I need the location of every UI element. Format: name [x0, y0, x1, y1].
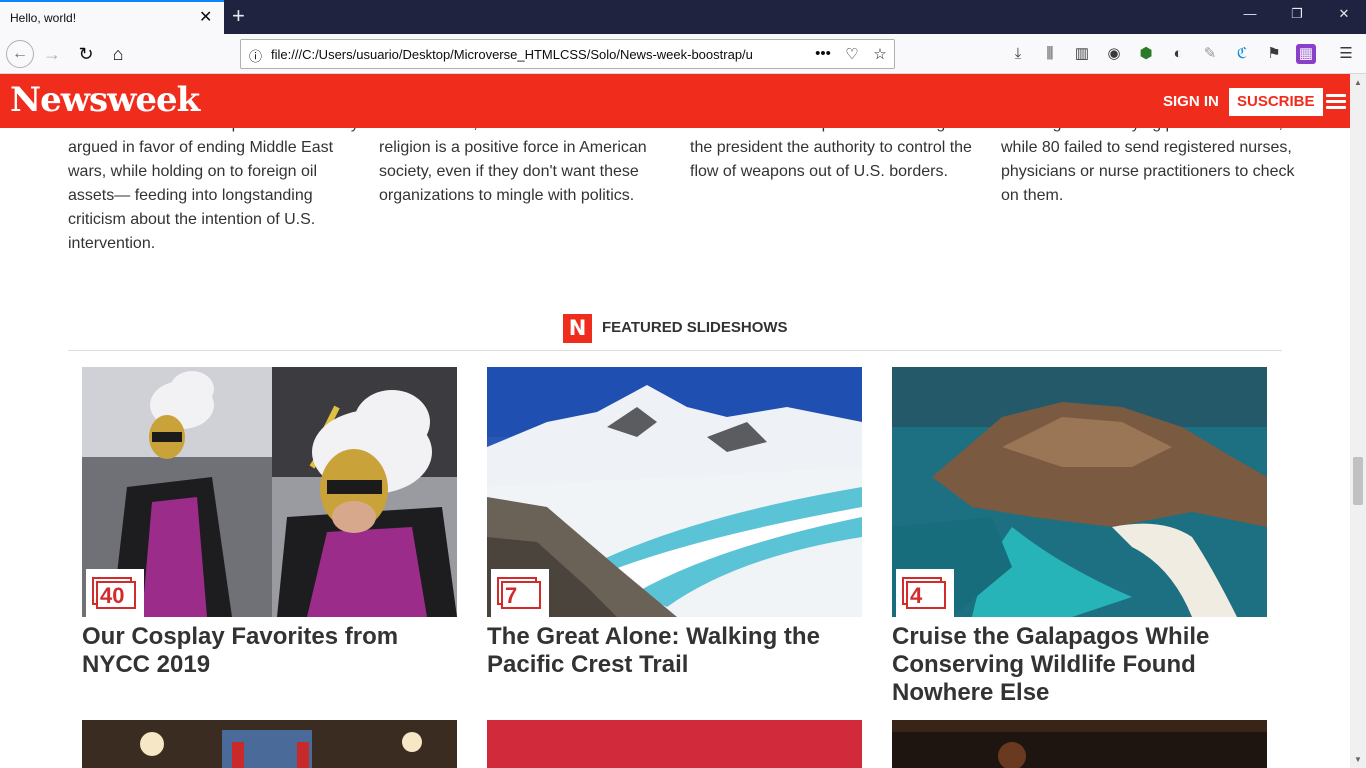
- minimize-button[interactable]: —: [1240, 6, 1260, 21]
- page-info-icon[interactable]: ⓘ: [249, 46, 262, 65]
- library-icon[interactable]: ⫼: [1040, 44, 1060, 64]
- slideshow-image[interactable]: 40: [82, 367, 457, 617]
- article-summary[interactable]: discharged most dying patients in 2017, …: [1001, 128, 1297, 208]
- site-header: Newsweek SIGN IN SUSCRIBE: [0, 74, 1350, 128]
- slideshow-image[interactable]: [892, 720, 1267, 768]
- url-text[interactable]: file:///C:/Users/usuario/Desktop/Microve…: [271, 47, 781, 62]
- photo-count: 40: [100, 583, 125, 608]
- back-arrow-icon[interactable]: ←: [6, 40, 34, 68]
- account-icon[interactable]: ◉: [1104, 44, 1124, 64]
- new-tab-button[interactable]: +: [232, 4, 245, 28]
- subscribe-button[interactable]: SUSCRIBE: [1229, 88, 1323, 116]
- extension-pen-icon[interactable]: ✎: [1200, 44, 1220, 64]
- bookmark-star-icon[interactable]: ☆: [870, 45, 890, 63]
- section-divider: [68, 350, 1282, 351]
- slideshow-card[interactable]: 7 The Great Alone: Walking the Pacific C…: [487, 367, 862, 679]
- extension-purple-icon[interactable]: ▦: [1296, 44, 1316, 64]
- photo-count-badge: 40: [86, 569, 144, 617]
- browser-nav-bar: ← → ↻ ⌂ ⓘ file:///C:/Users/usuario/Deskt…: [0, 34, 1366, 74]
- extension-shield-icon[interactable]: ⬢: [1136, 44, 1156, 64]
- newsweek-n-icon: N: [563, 314, 592, 343]
- gallery-stack-icon: [902, 577, 948, 611]
- extension-figure-icon[interactable]: ⚑: [1264, 44, 1284, 64]
- slideshow-image[interactable]: 7: [487, 367, 862, 617]
- hamburger-menu-icon[interactable]: [1326, 94, 1346, 110]
- forward-arrow-icon[interactable]: →: [40, 42, 64, 66]
- article-summary[interactable]: President Donald Trump has consistently …: [68, 128, 364, 256]
- article-summary[interactable]: The 1976 Arms Export Control Act gives t…: [690, 128, 986, 184]
- extension-circle-icon[interactable]: ◐: [1168, 44, 1188, 64]
- browser-tab[interactable]: Hello, world! ✕: [0, 0, 224, 34]
- scrollbar-thumb[interactable]: [1353, 457, 1363, 505]
- slideshow-card[interactable]: 4 Cruise the Galapagos While Conserving …: [892, 367, 1267, 707]
- scroll-down-icon[interactable]: ▼: [1354, 755, 1362, 764]
- url-bar[interactable]: ⓘ file:///C:/Users/usuario/Desktop/Micro…: [240, 39, 895, 69]
- menu-icon[interactable]: ☰: [1336, 44, 1356, 64]
- page-scrollbar[interactable]: ▲ ▼: [1350, 74, 1366, 768]
- photo-count-badge: 4: [896, 569, 954, 617]
- section-title: FEATURED SLIDESHOWS: [602, 319, 788, 336]
- gallery-stack-icon: [497, 577, 543, 611]
- photo-count: 4: [910, 583, 923, 608]
- reload-icon[interactable]: ↻: [74, 42, 98, 66]
- page-content: President Donald Trump has consistently …: [0, 128, 1350, 768]
- browser-tab-bar: Hello, world! ✕ + — ❐ ✕: [0, 0, 1366, 34]
- pocket-icon[interactable]: ♡: [842, 45, 862, 63]
- scroll-up-icon[interactable]: ▲: [1354, 78, 1362, 87]
- slideshow-title[interactable]: Our Cosplay Favorites from NYCC 2019: [82, 623, 457, 679]
- restore-button[interactable]: ❐: [1287, 6, 1307, 22]
- slideshow-image[interactable]: [487, 720, 862, 768]
- home-icon[interactable]: ⌂: [106, 42, 130, 66]
- sidebar-icon[interactable]: ▥: [1072, 44, 1092, 64]
- slideshow-image[interactable]: 4: [892, 367, 1267, 617]
- tab-title: Hello, world!: [10, 11, 77, 25]
- close-window-button[interactable]: ✕: [1334, 6, 1354, 22]
- tab-close-icon[interactable]: ✕: [199, 10, 212, 26]
- sign-in-link[interactable]: SIGN IN: [1163, 93, 1219, 110]
- downloads-icon[interactable]: ⤓: [1008, 44, 1028, 64]
- slideshow-card[interactable]: 40 Our Cosplay Favorites from NYCC 2019: [82, 367, 457, 679]
- page-actions-icon[interactable]: •••: [813, 45, 833, 62]
- newsweek-logo[interactable]: Newsweek: [10, 80, 200, 120]
- extension-c-icon[interactable]: ℭ: [1232, 44, 1252, 64]
- slideshow-title[interactable]: The Great Alone: Walking the Pacific Cre…: [487, 623, 862, 679]
- photo-count-badge: 7: [491, 569, 549, 617]
- photo-count: 7: [505, 583, 518, 608]
- slideshow-image[interactable]: [82, 720, 457, 768]
- slideshow-title[interactable]: Cruise the Galapagos While Conserving Wi…: [892, 623, 1267, 707]
- article-summary[interactable]: On the whole, Americans still believe re…: [379, 128, 675, 208]
